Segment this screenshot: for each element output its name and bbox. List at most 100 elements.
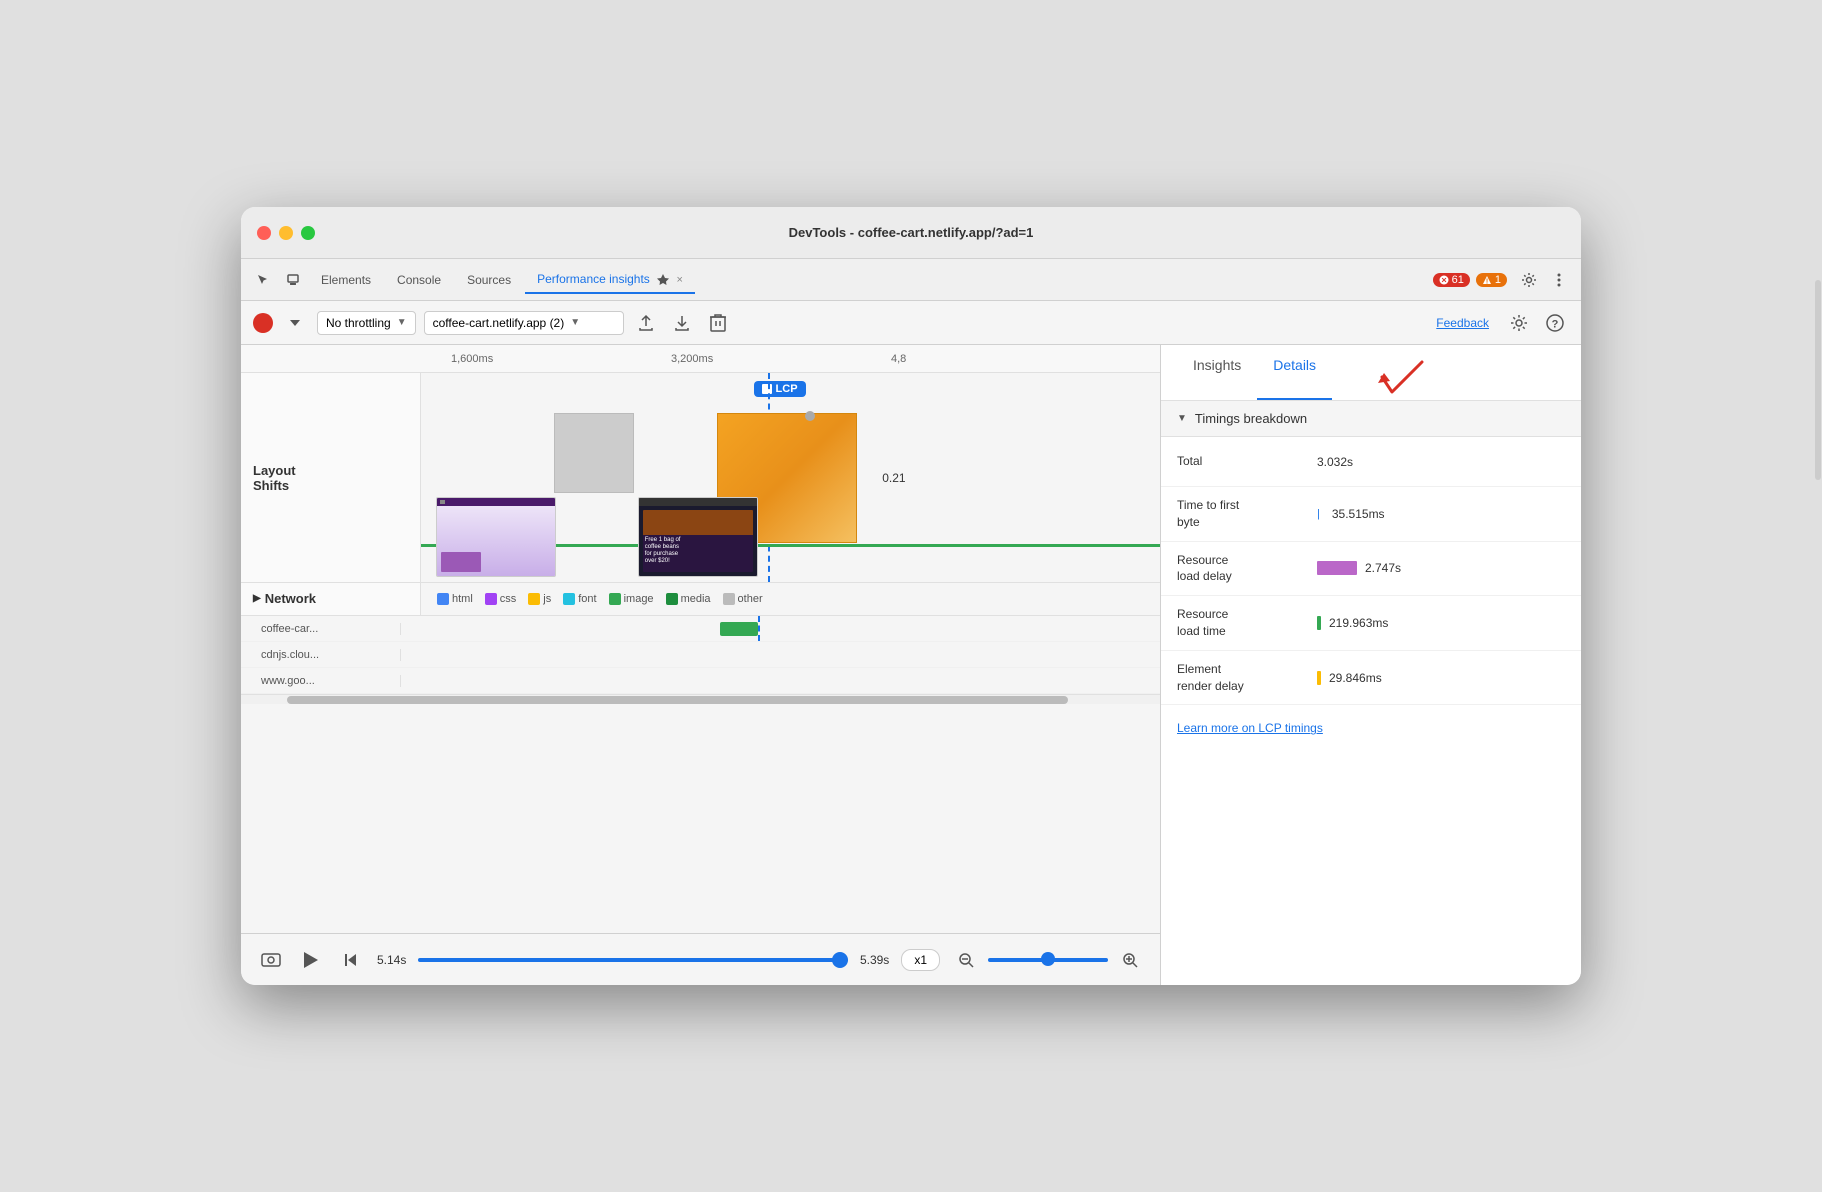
screenshots-area: Free 1 bag ofcoffee beansfor purchaseove… [436, 497, 758, 577]
record-button[interactable] [253, 313, 273, 333]
legend-image: image [609, 593, 654, 605]
legend-other: other [723, 593, 763, 605]
play-button[interactable] [297, 946, 325, 974]
maximize-button[interactable] [301, 226, 315, 240]
timing-label-rld: Resourceload delay [1177, 552, 1317, 586]
network-section: ▶ Network html css [241, 583, 1160, 616]
ruler-mark-1: 1,600ms [451, 353, 493, 365]
timing-value-rld: 2.747s [1317, 561, 1401, 575]
delete-icon[interactable] [704, 309, 732, 337]
timeline-tracks[interactable]: LayoutShifts LCP 0 [241, 373, 1160, 933]
cursor-icon[interactable] [249, 266, 277, 294]
error-badge: ✕ 61 [1433, 273, 1470, 287]
inspect-icon[interactable] [279, 266, 307, 294]
more-icon[interactable] [1545, 266, 1573, 294]
net-row-bar-area-1 [401, 616, 1160, 641]
chevron-down-icon: ▼ [397, 317, 407, 328]
network-track-label[interactable]: ▶ Network [241, 583, 421, 615]
tab-sources[interactable]: Sources [455, 267, 523, 293]
network-row-2[interactable]: cdnjs.clou... [241, 642, 1160, 668]
tab-elements[interactable]: Elements [309, 267, 383, 293]
legend-media: media [666, 593, 711, 605]
gear-settings-icon[interactable] [1505, 309, 1533, 337]
net-row-bar-area-3 [401, 668, 1160, 693]
net-dashed-line [758, 616, 760, 641]
timings-breakdown-header[interactable]: ▼ Timings breakdown [1161, 401, 1581, 437]
html-dot [437, 593, 449, 605]
help-icon[interactable]: ? [1541, 309, 1569, 337]
screenshot-thumb-2: Free 1 bag ofcoffee beansfor purchaseove… [638, 497, 758, 577]
layout-shifts-label: LayoutShifts [241, 451, 420, 505]
zoom-in-icon[interactable] [1116, 946, 1144, 974]
timing-label-rlt: Resourceload time [1177, 606, 1317, 640]
upload-icon[interactable] [632, 309, 660, 337]
right-panel: Insights Details ▼ Timings breakdown [1161, 345, 1581, 985]
network-row-3[interactable]: www.goo... [241, 668, 1160, 694]
timing-value-total: 3.032s [1317, 455, 1353, 469]
legend-html: html [437, 593, 473, 605]
timing-label-total: Total [1177, 453, 1317, 470]
devtools-tabbar: Elements Console Sources Performance ins… [241, 259, 1581, 301]
right-panel-tabs: Insights Details [1161, 345, 1581, 401]
css-dot [485, 593, 497, 605]
devtools-window: DevTools - coffee-cart.netlify.app/?ad=1… [241, 207, 1581, 985]
network-row-1[interactable]: coffee-car... [241, 616, 1160, 642]
window-controls [257, 226, 315, 240]
timing-value-erd: 29.846ms [1317, 671, 1382, 685]
tab-performance-insights[interactable]: Performance insights × [525, 266, 695, 294]
svg-text:?: ? [1552, 318, 1559, 330]
minimize-button[interactable] [279, 226, 293, 240]
layout-shifts-row: LayoutShifts LCP 0 [241, 373, 1160, 583]
net-row-label-3: www.goo... [241, 675, 401, 687]
playback-slider-thumb[interactable] [832, 952, 848, 968]
main-content: 1,600ms 3,200ms 4,8 LayoutShifts LCP [241, 345, 1581, 985]
learn-more-link[interactable]: Learn more on LCP timings [1161, 705, 1581, 751]
right-panel-content: ▼ Timings breakdown Total 3.032s Time to… [1161, 401, 1581, 985]
bottom-controls: 5.14s 5.39s x1 [241, 933, 1160, 985]
recording-target-select[interactable]: coffee-cart.netlify.app (2) ▼ [424, 311, 624, 335]
playback-slider[interactable] [418, 958, 848, 962]
zoom-level[interactable]: x1 [901, 949, 940, 971]
lcp-badge: LCP [754, 381, 806, 397]
zoom-out-icon[interactable] [952, 946, 980, 974]
green-bar [1317, 616, 1321, 630]
zoom-slider[interactable] [988, 958, 1108, 962]
timeline-panel: 1,600ms 3,200ms 4,8 LayoutShifts LCP [241, 345, 1161, 985]
screenshot-toggle-icon[interactable] [257, 946, 285, 974]
timing-row-rld: Resourceload delay 2.747s [1161, 542, 1581, 597]
chevron-down-icon: ▼ [570, 317, 580, 328]
network-legend-area: html css js [421, 583, 1160, 615]
toolbar: No throttling ▼ coffee-cart.netlify.app … [241, 301, 1581, 345]
tab-console[interactable]: Console [385, 267, 453, 293]
download-icon[interactable] [668, 309, 696, 337]
tab-details[interactable]: Details [1257, 345, 1332, 400]
layout-shifts-label-col: LayoutShifts [241, 373, 421, 582]
js-dot [528, 593, 540, 605]
gray-block [554, 413, 634, 493]
warning-badge: ! 1 [1476, 273, 1507, 287]
scrollbar-thumb[interactable] [287, 696, 1068, 704]
timing-row-ttfb: Time to firstbyte | 35.515ms [1161, 487, 1581, 542]
orange-bar [1317, 671, 1321, 685]
skip-to-start-icon[interactable] [337, 946, 365, 974]
timing-label-erd: Elementrender delay [1177, 661, 1317, 695]
dropdown-arrow[interactable] [281, 309, 309, 337]
titlebar: DevTools - coffee-cart.netlify.app/?ad=1 [241, 207, 1581, 259]
tab-insights[interactable]: Insights [1177, 345, 1257, 400]
window-title: DevTools - coffee-cart.netlify.app/?ad=1 [789, 225, 1034, 240]
time-end: 5.39s [860, 953, 889, 967]
horizontal-scrollbar[interactable] [241, 694, 1160, 704]
close-button[interactable] [257, 226, 271, 240]
settings-icon[interactable] [1515, 266, 1543, 294]
section-expand-icon: ▼ [1177, 413, 1187, 424]
feedback-link[interactable]: Feedback [1436, 316, 1489, 330]
net-bar-1 [720, 622, 758, 636]
media-dot [666, 593, 678, 605]
legend-js: js [528, 593, 551, 605]
legend-font: font [563, 593, 596, 605]
throttling-select[interactable]: No throttling ▼ [317, 311, 416, 335]
expand-triangle-icon: ▶ [253, 593, 261, 604]
zoom-slider-thumb[interactable] [1041, 952, 1055, 966]
net-row-label-1: coffee-car... [241, 623, 401, 635]
timing-value-ttfb: | 35.515ms [1317, 507, 1385, 521]
